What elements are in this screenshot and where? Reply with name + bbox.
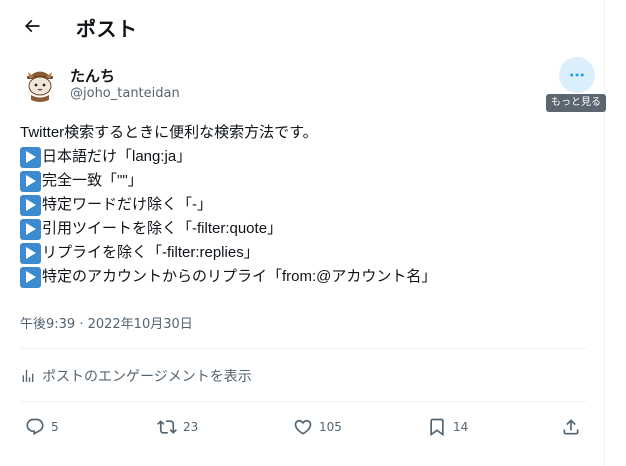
view-engagement-label: ポストのエンゲージメントを表示 [42, 369, 252, 385]
more-options-button[interactable] [559, 57, 595, 93]
cat-detective-avatar-icon [20, 62, 60, 102]
reply-button[interactable]: 5 [25, 412, 59, 442]
play-button-emoji-icon [20, 194, 41, 216]
tweet-list-item-text: 日本語だけ「lang:ja」 [42, 148, 192, 165]
share-icon [563, 419, 579, 435]
back-button[interactable] [16, 10, 48, 42]
tweet-list-item-text: 特定のアカウントからのリプライ「from:@アカウント名」 [42, 268, 437, 285]
repost-icon [157, 420, 177, 434]
share-button[interactable] [561, 412, 587, 442]
action-bar: 5 23 105 14 [20, 412, 587, 442]
like-button[interactable]: 105 [293, 412, 342, 442]
top-bar: ポスト [0, 0, 604, 52]
play-button-emoji-icon [20, 242, 41, 264]
column-border [604, 0, 605, 466]
tweet-text: Twitter検索するときに便利な検索方法です。 日本語だけ「lang:ja」 … [20, 121, 590, 289]
bookmark-icon [430, 418, 444, 437]
more-tooltip: もっと見る [546, 94, 606, 112]
reply-icon [26, 418, 44, 436]
heart-icon [294, 419, 312, 435]
tweet-list-item: 特定のアカウントからのリプライ「from:@アカウント名」 [20, 265, 590, 289]
tweet-list-item-text: 特定ワードだけ除く「-」 [42, 196, 212, 213]
view-engagement-link[interactable]: ポストのエンゲージメントを表示 [20, 366, 252, 386]
display-name[interactable]: たんち [70, 65, 115, 86]
tweet-list-item: 完全一致「""」 [20, 169, 590, 193]
play-button-emoji-icon [20, 218, 41, 240]
arrow-left-icon [24, 19, 40, 33]
repost-button[interactable]: 23 [157, 412, 198, 442]
tweet-list-item-text: 引用ツイートを除く「-filter:quote」 [42, 220, 283, 237]
repost-count: 23 [183, 420, 199, 434]
tweet-list-item: 特定ワードだけ除く「-」 [20, 193, 590, 217]
avatar[interactable] [20, 62, 60, 102]
user-handle[interactable]: @joho_tanteidan [70, 86, 180, 101]
page-title: ポスト [76, 17, 138, 41]
analytics-icon [22, 370, 34, 382]
more-horizontal-icon [570, 73, 584, 77]
tweet-intro: Twitter検索するときに便利な検索方法です。 [20, 124, 318, 141]
play-button-emoji-icon [20, 266, 41, 288]
bookmark-button[interactable]: 14 [427, 412, 468, 442]
author-row: たんち @joho_tanteidan [20, 62, 600, 108]
divider [20, 401, 587, 402]
tweet-list-item: 引用ツイートを除く「-filter:quote」 [20, 217, 590, 241]
like-count: 105 [319, 420, 342, 434]
bookmark-count: 14 [453, 420, 469, 434]
tweet-list-item: 日本語だけ「lang:ja」 [20, 145, 590, 169]
tweet-list-item-text: 完全一致「""」 [42, 172, 143, 189]
play-button-emoji-icon [20, 170, 41, 192]
play-button-emoji-icon [20, 146, 41, 168]
divider [20, 348, 587, 349]
tweet-timestamp[interactable]: 午後9:39 · 2022年10月30日 [20, 313, 193, 332]
reply-count: 5 [51, 420, 59, 434]
tweet-list-item: リプライを除く「-filter:replies」 [20, 241, 590, 265]
tweet-list-item-text: リプライを除く「-filter:replies」 [42, 244, 259, 261]
